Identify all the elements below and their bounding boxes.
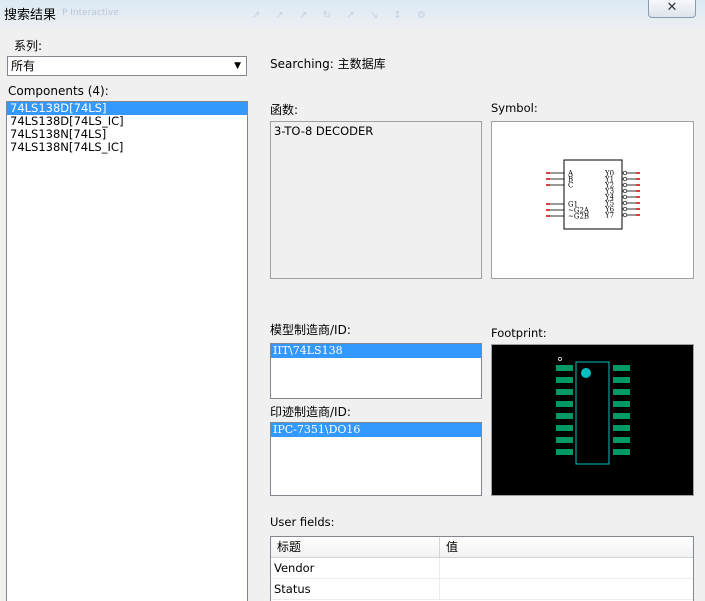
ghost-toolbar: ↗ ↗ ↗ ↻ ↗ ↘ ↕ ⚙ [252,10,432,21]
table-row[interactable]: Vendor [271,558,693,579]
footprint-pad [556,437,573,443]
series-label: 系列: [14,39,43,53]
footprint-label: Footprint: [491,326,547,340]
symbol-pin-label: C [568,182,573,190]
chevron-down-icon: ▼ [234,61,241,71]
component-item[interactable]: 74LS138N[74LS_IC] [7,141,247,154]
user-fields-table[interactable]: 标题 值 Vendor Status [270,536,694,601]
user-fields-label: User fields: [270,515,335,529]
print-item[interactable]: IPC-7351\DO16 [271,423,481,437]
footprint-pad [613,413,630,419]
column-header-title[interactable]: 标题 [271,537,440,557]
footprint-pad [613,365,630,371]
model-item[interactable]: IIT\74LS138 [271,344,481,358]
footprint-pad [556,425,573,431]
table-row[interactable]: Status [271,579,693,600]
footprint-graphic [556,357,630,465]
symbol-pin-label: Y7 [604,212,614,220]
footprint-pads [556,365,630,455]
ghost-title: P Interactive [62,8,119,18]
symbol-pin-label: ~G2B [568,213,589,221]
user-field-value[interactable] [440,579,693,599]
window-title: 搜索结果 [4,8,57,23]
symbol-preview: A B C G1 ~G2A ~G2B Y0 Y1 Y2 Y3 Y4 Y5 Y6 Y7 [491,121,694,279]
user-field-value[interactable] [440,558,693,578]
series-select-value: 所有 [11,59,36,73]
print-manufacturer-label: 印迹制造商/ID: [270,405,351,419]
footprint-pad [613,437,630,443]
footprint-pad [556,401,573,407]
close-button[interactable]: ✕ [648,0,696,18]
footprint-pad [613,449,630,455]
footprint-pad [613,425,630,431]
footprint-pad [556,377,573,383]
footprint-pad [613,401,630,407]
series-select[interactable]: 所有 ▼ [7,56,247,76]
user-field-title: Status [271,579,440,599]
user-fields-header: 标题 值 [271,537,693,558]
user-field-title: Vendor [271,558,440,578]
function-field: 3-TO-8 DECODER [270,121,482,279]
footprint-pad [556,413,573,419]
footprint-pad [556,389,573,395]
model-manufacturer-label: 模型制造商/ID: [270,323,351,337]
footprint-pad [613,377,630,383]
column-header-value[interactable]: 值 [440,537,693,557]
footprint-pad [556,365,573,371]
close-icon: ✕ [666,0,678,15]
footprint-preview [491,344,694,496]
footprint-pad [613,389,630,395]
components-label: Components (4): [8,84,109,98]
components-list[interactable]: 74LS138D[74LS] 74LS138D[74LS_IC] 74LS138… [6,101,248,601]
searching-label: Searching: 主数据库 [270,57,386,71]
symbol-label: Symbol: [491,101,538,115]
function-value: 3-TO-8 DECODER [274,124,374,138]
symbol-graphic: ABCG1~G2A~G2B Y0Y1Y2Y3Y4Y5Y6Y7 [546,159,640,230]
function-label: 函数: [270,103,299,117]
print-manufacturer-list[interactable]: IPC-7351\DO16 [270,422,482,496]
model-manufacturer-list[interactable]: IIT\74LS138 [270,343,482,399]
footprint-pad [556,449,573,455]
